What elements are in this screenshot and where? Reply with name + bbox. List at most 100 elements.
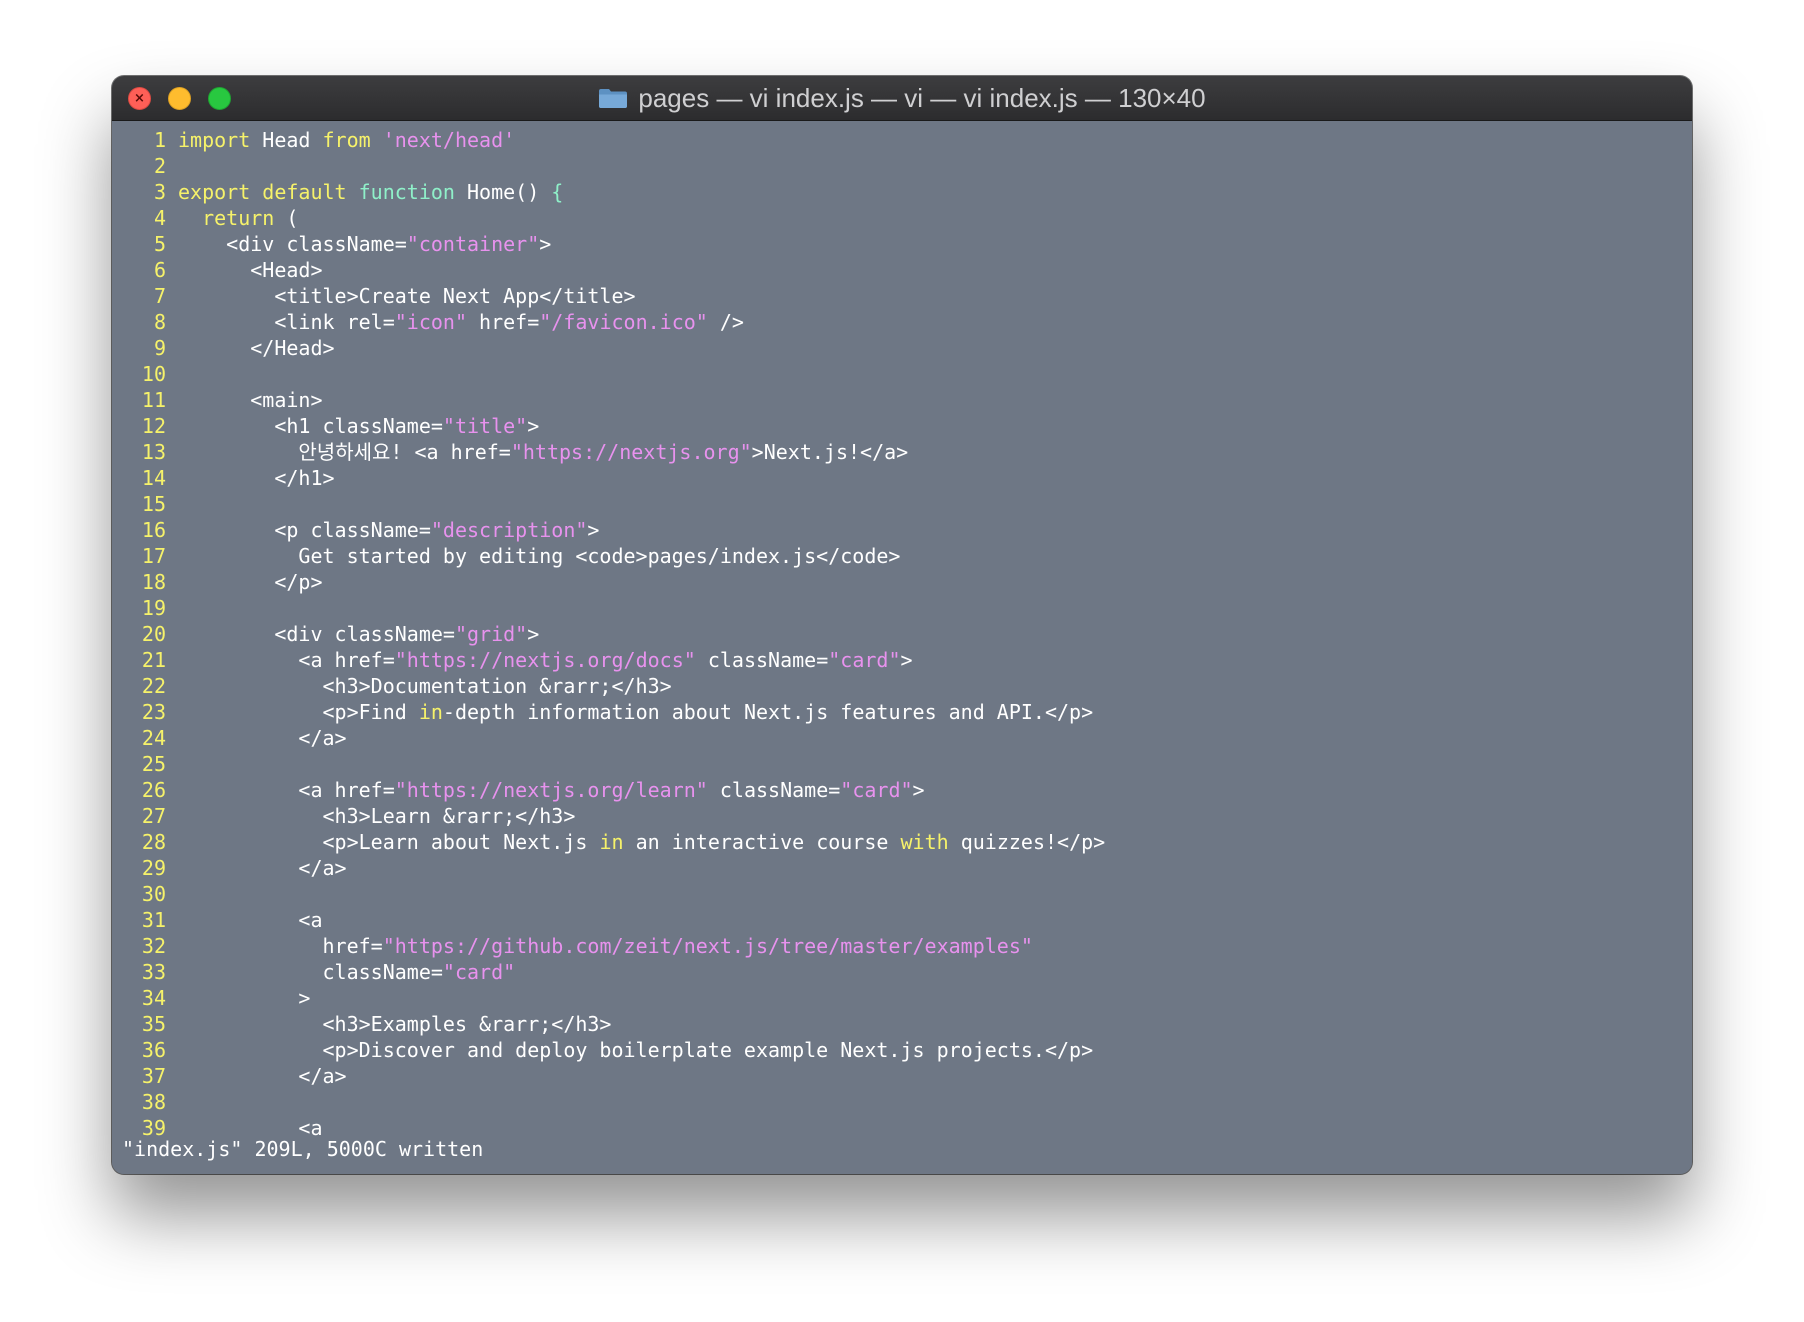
line-number: 34 [141,986,166,1010]
line-number: 32 [141,934,166,958]
code-lines[interactable]: 1 import Head from 'next/head' 2 3 export de… [130,127,1105,1141]
line-number: 6 [153,258,166,282]
code-token: Head [250,128,323,152]
code-line[interactable]: 34 > [130,985,1105,1011]
line-number: 14 [141,466,166,490]
line-number: 20 [141,622,166,646]
line-number: 29 [141,856,166,880]
line-number: 11 [141,388,166,412]
code-token: <h3>Examples &rarr;</h3> [178,1012,612,1036]
code-line[interactable]: 21 <a href="https://nextjs.org/docs" cla… [130,647,1105,673]
code-line[interactable]: 3 export default function Home() { [130,179,1105,205]
code-token: > [587,518,600,542]
line-number: 22 [141,674,166,698]
vi-editor[interactable]: 1 import Head from 'next/head' 2 3 export de… [112,121,1692,1174]
code-token: <p>Learn about Next.js [178,830,600,854]
code-line[interactable]: 13 안녕하세요! <a href="https://nextjs.org">N… [130,439,1105,465]
code-token: className= [695,648,829,672]
code-token: in [418,700,443,724]
code-line[interactable]: 31 <a [130,907,1105,933]
code-line[interactable]: 37 </a> [130,1063,1105,1089]
code-line[interactable]: 33 className="card" [130,959,1105,985]
code-token: from [322,128,371,152]
code-line[interactable]: 35 <h3>Examples &rarr;</h3> [130,1011,1105,1037]
line-number: 23 [141,700,166,724]
code-line[interactable]: 1 import Head from 'next/head' [130,127,1105,153]
code-token: "card" [828,648,901,672]
code-token: return [202,206,275,230]
line-number: 35 [141,1012,166,1036]
code-line[interactable]: 36 <p>Discover and deploy boilerplate ex… [130,1037,1105,1063]
code-token: import [178,128,251,152]
code-line[interactable]: 30 [130,881,1105,907]
code-token: <p className= [178,518,431,542]
code-token: </a> [178,1064,347,1088]
code-token: in [599,830,624,854]
line-number: 25 [141,752,166,776]
code-line[interactable]: 20 <div className="grid"> [130,621,1105,647]
code-line[interactable]: 11 <main> [130,387,1105,413]
code-token: > [527,414,540,438]
code-token: 'next/head' [382,128,516,152]
code-token: <Head> [178,258,323,282]
code-line[interactable]: 14 </h1> [130,465,1105,491]
code-token: > [539,232,552,256]
line-number: 33 [141,960,166,984]
code-token: <h3>Documentation &rarr;</h3> [178,674,672,698]
code-token: "card" [442,960,516,984]
line-number: 10 [141,362,166,386]
line-number: 3 [153,180,166,204]
code-token: href= [178,934,383,958]
code-token: >Next.js!</a> [751,440,909,464]
code-token: <div className= [178,622,455,646]
code-token: an interactive course [623,830,901,854]
code-token: <a [178,908,323,932]
code-token: </Head> [178,336,335,360]
code-line[interactable]: 9 </Head> [130,335,1105,361]
code-line[interactable]: 17 Get started by editing <code>pages/in… [130,543,1105,569]
line-number: 36 [141,1038,166,1062]
code-line[interactable]: 22 <h3>Documentation &rarr;</h3> [130,673,1105,699]
code-line[interactable]: 23 <p>Find in-depth information about Ne… [130,699,1105,725]
code-line[interactable]: 15 [130,491,1105,517]
code-line[interactable]: 32 href="https://github.com/zeit/next.js… [130,933,1105,959]
code-line[interactable]: 29 </a> [130,855,1105,881]
code-line[interactable]: 8 <link rel="icon" href="/favicon.ico" /… [130,309,1105,335]
code-line[interactable]: 26 <a href="https://nextjs.org/learn" cl… [130,777,1105,803]
code-line[interactable]: 5 <div className="container"> [130,231,1105,257]
title-bar[interactable]: × pages — vi index.js — vi — vi index.js… [112,76,1692,121]
code-line[interactable]: 4 return ( [130,205,1105,231]
line-number: 13 [141,440,166,464]
line-number: 28 [141,830,166,854]
line-number: 37 [141,1064,166,1088]
window-title-area: pages — vi index.js — vi — vi index.js —… [112,76,1692,120]
line-number: 31 [141,908,166,932]
code-line[interactable]: 6 <Head> [130,257,1105,283]
code-line[interactable]: 10 [130,361,1105,387]
code-line[interactable]: 16 <p className="description"> [130,517,1105,543]
code-line[interactable]: 38 [130,1089,1105,1115]
code-token: > [178,986,311,1010]
code-line[interactable]: 19 [130,595,1105,621]
code-line[interactable]: 12 <h1 className="title"> [130,413,1105,439]
code-token: <h3>Learn &rarr;</h3> [178,804,576,828]
code-token: "icon" [394,310,467,334]
code-line[interactable]: 18 </p> [130,569,1105,595]
code-line[interactable]: 7 <title>Create Next App</title> [130,283,1105,309]
code-line[interactable]: 25 [130,751,1105,777]
code-token: > [900,648,913,672]
code-token: "grid" [454,622,528,646]
code-token: className= [178,960,443,984]
code-line[interactable]: 27 <h3>Learn &rarr;</h3> [130,803,1105,829]
code-token: function [358,180,455,204]
code-line[interactable]: 2 [130,153,1105,179]
code-line[interactable]: 24 </a> [130,725,1105,751]
line-number: 4 [153,206,166,230]
line-number: 26 [141,778,166,802]
code-line[interactable]: 28 <p>Learn about Next.js in an interact… [130,829,1105,855]
code-token: "card" [840,778,913,802]
code-token: "container" [406,232,540,256]
